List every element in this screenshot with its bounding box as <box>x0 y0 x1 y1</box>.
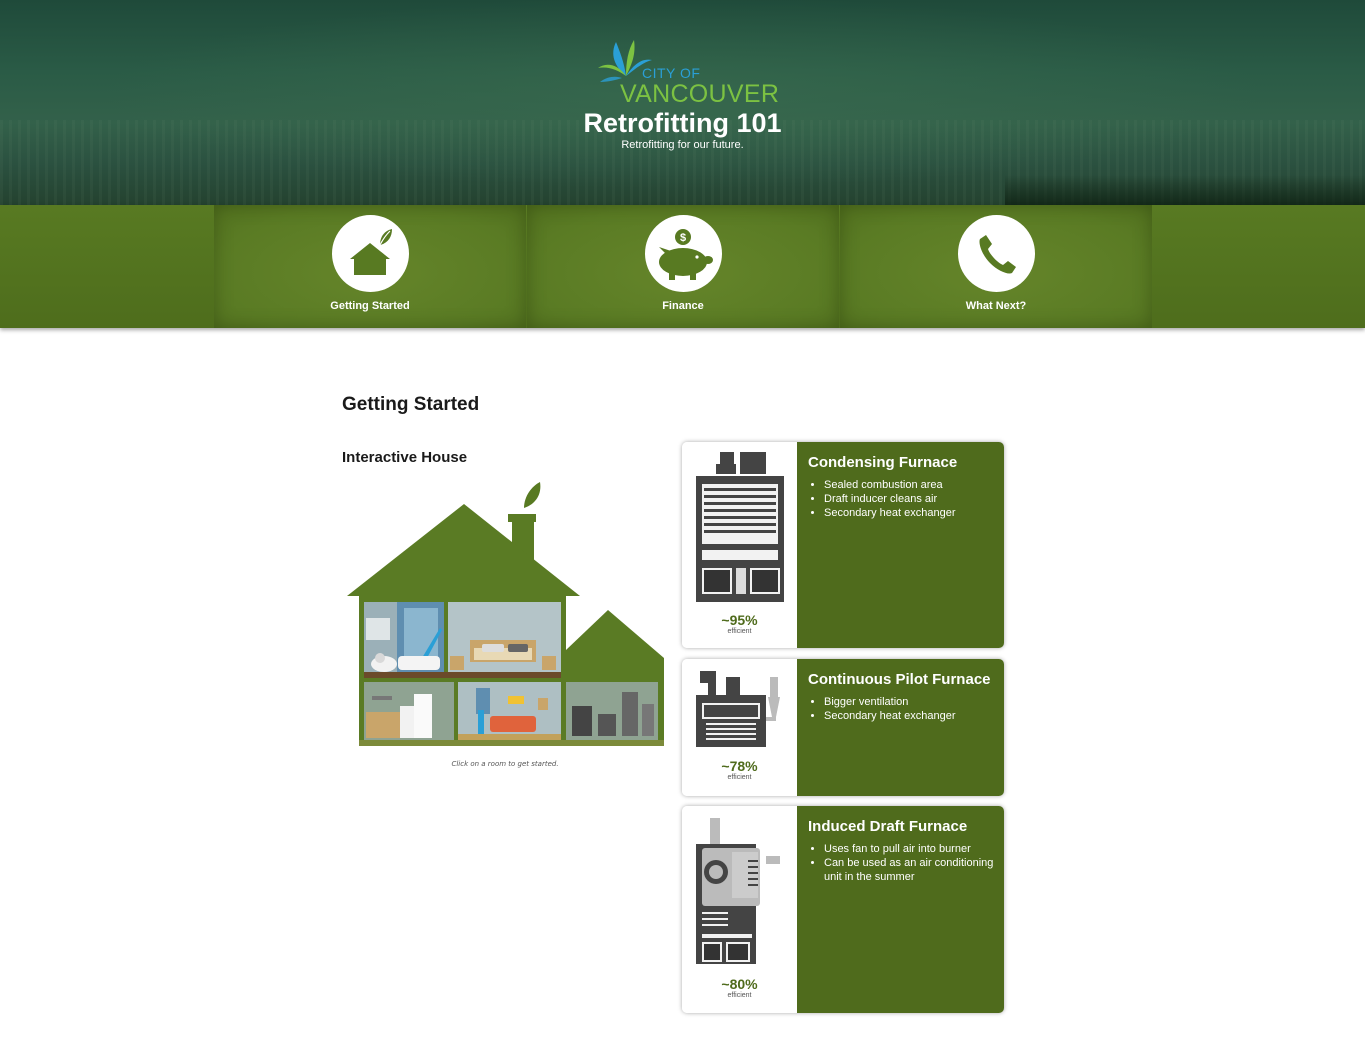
phone-icon <box>979 235 1016 274</box>
efficiency-label: efficient <box>727 628 752 635</box>
card-image-panel: ~80% efficient <box>682 806 797 1013</box>
efficiency-percent: ~95% <box>721 612 758 628</box>
house-caption: Click on a room to get started. <box>451 760 559 768</box>
feature-list: Bigger ventilation Secondary heat exchan… <box>808 695 994 723</box>
page-subtitle: Retrofitting for our future. <box>621 139 744 151</box>
furnace-title: Continuous Pilot Furnace <box>808 671 991 688</box>
furnace-card-continuous-pilot[interactable]: ~78% efficient Continuous Pilot Furnace … <box>682 659 1004 796</box>
svg-text:$: $ <box>680 232 686 244</box>
nav-label: What Next? <box>965 300 1027 312</box>
logo-text-city-of: CITY OF <box>642 65 701 81</box>
feature-item: Draft inducer cleans air <box>824 492 994 506</box>
nav-what-next[interactable]: What Next? <box>840 205 1152 328</box>
card-image-panel: ~95% efficient <box>682 442 797 648</box>
feature-item: Uses fan to pull air into burner <box>824 842 994 856</box>
nav-label: Finance <box>662 300 704 312</box>
efficiency-percent: ~78% <box>721 758 758 774</box>
efficiency-percent: ~80% <box>721 976 758 992</box>
nav-finance[interactable]: $ Finance <box>527 205 839 328</box>
card-info-panel: Condensing Furnace Sealed combustion are… <box>797 442 1004 648</box>
interactive-house-illustration <box>347 482 664 746</box>
card-info-panel: Induced Draft Furnace Uses fan to pull a… <box>797 806 1004 1013</box>
feature-item: Secondary heat exchanger <box>824 506 994 520</box>
feature-list: Uses fan to pull air into burner Can be … <box>808 842 994 884</box>
piggy-bank-icon: $ <box>659 229 713 280</box>
feature-item: Secondary heat exchanger <box>824 709 994 723</box>
page-title: Retrofitting 101 <box>583 108 782 138</box>
feature-item: Can be used as an air conditioning unit … <box>824 856 994 884</box>
logo-text-vancouver: VANCOUVER <box>620 80 780 108</box>
continuous-pilot-furnace-icon <box>696 671 780 747</box>
efficiency-label: efficient <box>727 992 752 999</box>
furnace-card-condensing[interactable]: ~95% efficient Condensing Furnace Sealed… <box>682 442 1004 648</box>
leaf-icon <box>524 482 541 508</box>
main-navigation: Getting Started $ Finance What Next? <box>0 205 1365 328</box>
efficiency-label: efficient <box>727 774 752 781</box>
card-image-panel: ~78% efficient <box>682 659 797 796</box>
feature-list: Sealed combustion area Draft inducer cle… <box>808 478 994 520</box>
hero-banner: CITY OF VANCOUVER Retrofitting 101 Retro… <box>0 0 1365 205</box>
nav-label: Getting Started <box>330 300 410 312</box>
nav-icon-circle <box>958 215 1035 292</box>
nav-icon-circle <box>332 215 409 292</box>
nav-icon-circle: $ <box>645 215 722 292</box>
nav-getting-started[interactable]: Getting Started <box>214 205 526 328</box>
furnace-title: Condensing Furnace <box>808 454 958 471</box>
city-of-vancouver-logo[interactable]: CITY OF VANCOUVER <box>596 36 780 108</box>
condensing-furnace-icon <box>696 452 784 602</box>
furnace-title: Induced Draft Furnace <box>808 818 968 835</box>
house-leaf-icon <box>350 229 392 275</box>
induced-draft-furnace-icon <box>696 818 780 964</box>
feature-item: Sealed combustion area <box>824 478 994 492</box>
interactive-house-title: Interactive House <box>342 449 468 466</box>
section-title: Getting Started <box>342 394 480 415</box>
feature-item: Bigger ventilation <box>824 695 994 709</box>
card-info-panel: Continuous Pilot Furnace Bigger ventilat… <box>797 659 1004 796</box>
treeline-background <box>1005 175 1365 205</box>
furnace-card-induced-draft[interactable]: ~80% efficient Induced Draft Furnace Use… <box>682 806 1004 1013</box>
